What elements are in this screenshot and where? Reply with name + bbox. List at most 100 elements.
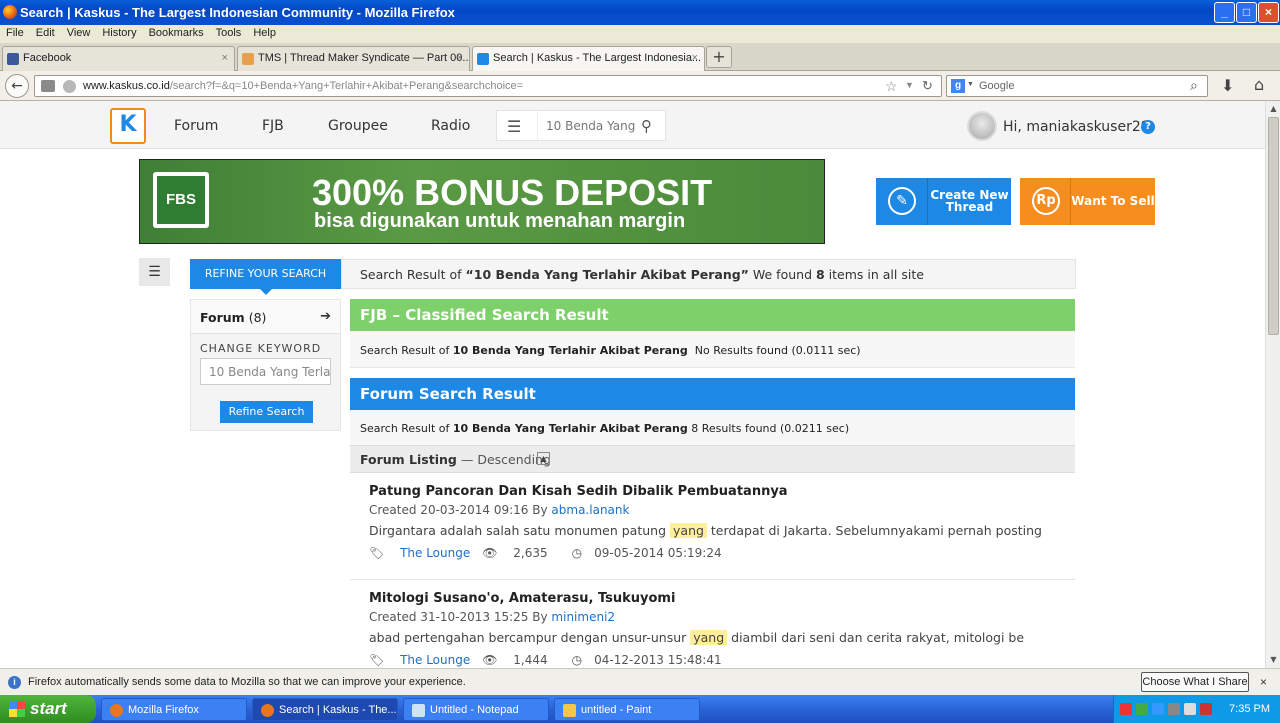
tab-bar: Facebook × TMS | Thread Maker Syndicate …	[0, 43, 1280, 71]
firefox-icon	[110, 704, 123, 717]
page-icon	[242, 53, 254, 65]
collapse-icon[interactable]: ▲	[537, 452, 550, 465]
create-thread-button[interactable]: ✎ Create New Thread	[876, 178, 1011, 225]
sell-label: Want To Sell	[1071, 194, 1155, 208]
pencil-icon: ✎	[888, 187, 916, 215]
avatar[interactable]	[967, 111, 997, 141]
scroll-up-icon[interactable]: ▲	[1267, 102, 1280, 115]
tab-close-icon[interactable]: ×	[222, 52, 228, 64]
kaskus-logo[interactable]: K	[110, 108, 146, 144]
scrollbar-thumb[interactable]	[1268, 117, 1279, 335]
banner-headline: 300% BONUS DEPOSIT	[312, 172, 713, 213]
tray-app-icon[interactable]	[1120, 703, 1132, 715]
search-icon[interactable]: ⌕	[1190, 77, 1198, 94]
menu-tools[interactable]: Tools	[210, 25, 248, 41]
tab-close-icon[interactable]: ×	[692, 52, 698, 64]
firefox-icon	[261, 704, 274, 717]
site-search: ☰ 10 Benda Yang ⚲	[496, 110, 666, 141]
sidebar-toggle-icon[interactable]: ☰	[139, 258, 170, 286]
tray-app-icon[interactable]	[1136, 703, 1148, 715]
tab-close-icon[interactable]: ×	[457, 52, 463, 64]
url-bar[interactable]: www.kaskus.co.id/search?f=&q=10+Benda+Ya…	[34, 75, 942, 97]
tray-security-icon[interactable]	[1200, 703, 1212, 715]
thread-stats: 🏷 The Lounge 👁 1,444 ◷ 04-12-2013 15:48:41	[369, 653, 746, 667]
menu-icon[interactable]: ☰	[507, 117, 521, 136]
scroll-down-icon[interactable]: ▼	[1267, 653, 1280, 666]
clock: 7:35 PM	[1229, 703, 1270, 715]
close-button[interactable]: ×	[1258, 2, 1279, 23]
result-query: “10 Benda Yang Terlahir Akibat Perang”	[465, 267, 749, 282]
search-icon[interactable]: ⚲	[641, 117, 652, 135]
paint-icon	[563, 704, 576, 717]
keyword-input[interactable]: 10 Benda Yang Terlahir Akibat Perang	[200, 358, 331, 385]
choose-what-i-share-button[interactable]: Choose What I Share	[1141, 672, 1249, 692]
task-paint[interactable]: untitled - Paint	[554, 698, 700, 721]
nav-forum[interactable]: Forum	[174, 118, 218, 134]
help-icon[interactable]: ?	[1141, 120, 1155, 134]
reload-icon[interactable]: ↻	[922, 78, 933, 94]
tray-app-icon[interactable]	[1152, 703, 1164, 715]
window-title: Search | Kaskus - The Largest Indonesian…	[20, 5, 455, 20]
engine-dropdown-icon[interactable]: ▼	[967, 81, 974, 88]
nav-fjb[interactable]: FJB	[262, 118, 284, 134]
tag-icon: 🏷	[369, 653, 385, 667]
url-dropdown-icon[interactable]: ▼	[905, 80, 914, 90]
menu-history[interactable]: History	[96, 25, 142, 41]
menubar: File Edit View History Bookmarks Tools Help	[0, 25, 1280, 43]
tag-icon: 🏷	[369, 546, 385, 560]
menu-edit[interactable]: Edit	[30, 25, 61, 41]
user-greeting[interactable]: Hi, maniakaskuser29	[1003, 119, 1150, 135]
new-tab-button[interactable]: +	[706, 46, 732, 68]
tab-tms[interactable]: TMS | Thread Maker Syndicate — Part 00..…	[237, 46, 470, 71]
download-icon[interactable]: ⬇	[1221, 76, 1234, 95]
home-icon[interactable]: ⌂	[1254, 75, 1264, 94]
thread-title[interactable]: Patung Pancoran Dan Kisah Sedih Dibalik …	[369, 484, 788, 499]
thread-author[interactable]: minimeni2	[551, 610, 615, 624]
want-to-sell-button[interactable]: Rp Want To Sell	[1020, 178, 1155, 225]
tray-network-icon[interactable]	[1184, 703, 1196, 715]
fjb-section-title: FJB – Classified Search Result	[350, 299, 1075, 331]
google-icon[interactable]: g	[951, 79, 965, 93]
thread-category[interactable]: The Lounge	[400, 546, 470, 560]
list-item: Patung Pancoran Dan Kisah Sedih Dibalik …	[350, 473, 1075, 580]
minimize-button[interactable]: _	[1214, 2, 1235, 23]
notification-close-icon[interactable]: ×	[1260, 675, 1267, 689]
task-kaskus[interactable]: Search | Kaskus - The...	[252, 698, 398, 721]
banner-subline: bisa digunakan untuk menahan margin	[314, 210, 686, 232]
kaskus-favicon-icon	[477, 53, 489, 65]
thread-title[interactable]: Mitologi Susano'o, Amaterasu, Tsukuyomi	[369, 591, 675, 606]
change-keyword-label: CHANGE KEYWORD	[200, 342, 322, 355]
ad-banner[interactable]: FBS 300% BONUS DEPOSIT bisa digunakan un…	[139, 159, 825, 244]
refine-panel: Forum (8) ➔ CHANGE KEYWORD 10 Benda Yang…	[190, 299, 341, 431]
url-path: /search?f=&q=10+Benda+Yang+Terlahir+Akib…	[169, 80, 524, 92]
refine-search-button[interactable]: Refine Search	[220, 401, 313, 423]
search-placeholder: Google	[979, 80, 1015, 92]
tab-kaskus-search[interactable]: Search | Kaskus - The Largest Indonesia.…	[472, 46, 705, 71]
window-titlebar: Search | Kaskus - The Largest Indonesian…	[0, 0, 1280, 25]
thread-category[interactable]: The Lounge	[400, 653, 470, 667]
fjb-result-summary: Search Result of 10 Benda Yang Terlahir …	[350, 331, 1075, 368]
task-firefox[interactable]: Mozilla Firefox	[101, 698, 247, 721]
nav-radio[interactable]: Radio	[431, 118, 470, 134]
menu-help[interactable]: Help	[247, 25, 282, 41]
forum-result-summary: Search Result of 10 Benda Yang Terlahir …	[350, 410, 1075, 445]
vertical-scrollbar[interactable]: ▲ ▼	[1265, 101, 1280, 668]
refine-forum-row[interactable]: Forum (8) ➔	[191, 300, 340, 334]
back-button[interactable]: ←	[5, 74, 29, 98]
maximize-button[interactable]: □	[1236, 2, 1257, 23]
nav-groupee[interactable]: Groupee	[328, 118, 388, 134]
menu-file[interactable]: File	[0, 25, 30, 41]
start-button[interactable]: start	[0, 695, 96, 723]
thread-meta: Created 20-03-2014 09:16 By abma.lanank	[369, 503, 630, 517]
thread-author[interactable]: abma.lanank	[551, 503, 629, 517]
tab-facebook[interactable]: Facebook ×	[2, 46, 235, 71]
menu-view[interactable]: View	[61, 25, 97, 41]
result-count: 8	[815, 267, 825, 282]
search-box[interactable]: g ▼ Google ⌕	[946, 75, 1208, 97]
tray-app-icon[interactable]	[1168, 703, 1180, 715]
site-search-input[interactable]: 10 Benda Yang	[537, 111, 637, 140]
bookmark-star-icon[interactable]: ☆	[885, 78, 898, 95]
task-notepad[interactable]: Untitled - Notepad	[403, 698, 549, 721]
thread-snippet: Dirgantara adalah salah satu monumen pat…	[369, 523, 1042, 538]
menu-bookmarks[interactable]: Bookmarks	[143, 25, 210, 41]
